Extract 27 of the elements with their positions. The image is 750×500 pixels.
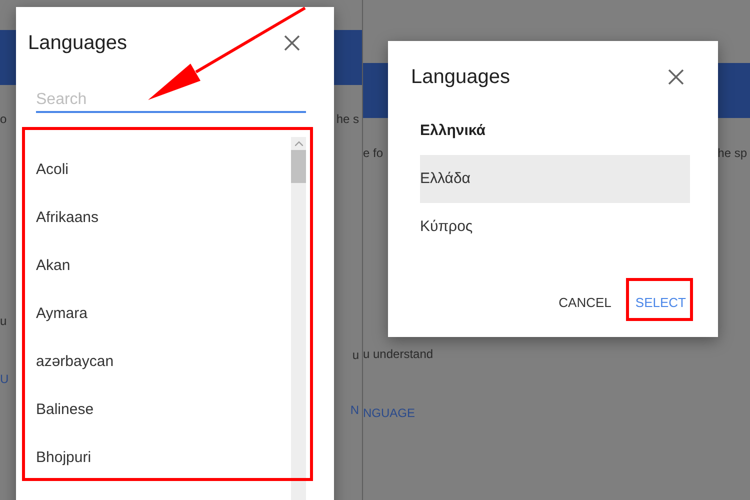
- background-text: u: [352, 347, 359, 364]
- language-item[interactable]: Akan: [36, 242, 291, 290]
- language-item[interactable]: Afrikaans: [36, 194, 291, 242]
- background-text: o: [0, 111, 7, 128]
- background-text: u: [0, 313, 7, 330]
- scrollbar-thumb[interactable]: [291, 150, 306, 183]
- scroll-up-icon[interactable]: [294, 141, 302, 146]
- dialog-title: Languages: [411, 65, 510, 90]
- language-item[interactable]: azərbaycan: [36, 338, 291, 386]
- scrollbar[interactable]: [291, 137, 306, 500]
- highlight-box: [626, 278, 693, 321]
- select-button[interactable]: SELECT: [627, 287, 694, 318]
- cancel-button[interactable]: CANCEL: [550, 287, 620, 318]
- close-icon[interactable]: [284, 35, 300, 51]
- language-group-label: Ελληνικά: [420, 121, 486, 141]
- close-icon[interactable]: [668, 69, 684, 85]
- language-item[interactable]: Acoli: [36, 146, 291, 194]
- language-item[interactable]: Balinese: [36, 386, 291, 434]
- background-text: he sp: [718, 145, 747, 162]
- background-text: u understand: [363, 346, 434, 363]
- language-item[interactable]: Bhojpuri: [36, 434, 291, 482]
- region-item[interactable]: Ελλάδα: [420, 155, 690, 203]
- region-item[interactable]: Κύπρος: [420, 203, 690, 251]
- background-text: e fo: [363, 145, 384, 162]
- dialog-title: Languages: [28, 31, 127, 56]
- language-item[interactable]: Aymara: [36, 290, 291, 338]
- background-text: he s: [336, 111, 359, 128]
